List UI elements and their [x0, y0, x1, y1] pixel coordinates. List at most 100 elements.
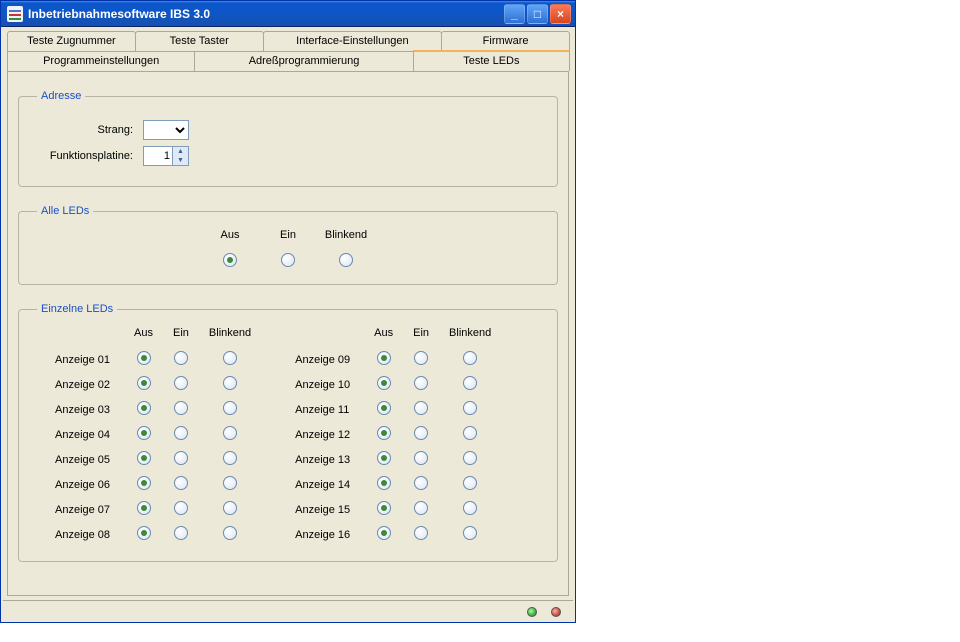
anzeige-label: Anzeige 01	[45, 347, 124, 372]
tab-programmeinstellungen[interactable]: Programmeinstellungen	[7, 51, 195, 71]
einzelne-header-ein: Ein	[163, 327, 199, 347]
radio-anzeige-01-blinkend[interactable]	[223, 351, 237, 365]
all-leds-radio-aus[interactable]	[223, 253, 237, 267]
radio-anzeige-04-aus[interactable]	[137, 426, 151, 440]
status-led-red-icon	[551, 607, 561, 617]
table-row: Anzeige 09	[285, 347, 501, 372]
radio-anzeige-02-ein[interactable]	[174, 376, 188, 390]
table-row: Anzeige 03	[45, 397, 261, 422]
radio-anzeige-11-aus[interactable]	[377, 401, 391, 415]
maximize-button[interactable]: □	[527, 4, 548, 24]
radio-anzeige-06-ein[interactable]	[174, 476, 188, 490]
radio-anzeige-16-aus[interactable]	[377, 526, 391, 540]
radio-anzeige-02-blinkend[interactable]	[223, 376, 237, 390]
radio-anzeige-05-aus[interactable]	[137, 451, 151, 465]
anzeige-label: Anzeige 03	[45, 397, 124, 422]
anzeige-label: Anzeige 16	[285, 522, 364, 547]
radio-anzeige-11-blinkend[interactable]	[463, 401, 477, 415]
table-row: Anzeige 14	[285, 472, 501, 497]
radio-anzeige-05-blinkend[interactable]	[223, 451, 237, 465]
radio-anzeige-08-ein[interactable]	[174, 526, 188, 540]
anzeige-label: Anzeige 11	[285, 397, 364, 422]
radio-anzeige-08-aus[interactable]	[137, 526, 151, 540]
radio-anzeige-12-blinkend[interactable]	[463, 426, 477, 440]
all-leds-radio-ein[interactable]	[281, 253, 295, 267]
radio-anzeige-06-blinkend[interactable]	[223, 476, 237, 490]
anzeige-label: Anzeige 07	[45, 497, 124, 522]
radio-anzeige-10-blinkend[interactable]	[463, 376, 477, 390]
radio-anzeige-09-aus[interactable]	[377, 351, 391, 365]
table-row: Anzeige 15	[285, 497, 501, 522]
radio-anzeige-15-ein[interactable]	[414, 501, 428, 515]
radio-anzeige-10-aus[interactable]	[377, 376, 391, 390]
radio-anzeige-01-ein[interactable]	[174, 351, 188, 365]
table-row: Anzeige 06	[45, 472, 261, 497]
radio-anzeige-09-blinkend[interactable]	[463, 351, 477, 365]
tab-teste-zugnummer[interactable]: Teste Zugnummer	[7, 31, 136, 51]
radio-anzeige-07-aus[interactable]	[137, 501, 151, 515]
minimize-button[interactable]: _	[504, 4, 525, 24]
radio-anzeige-09-ein[interactable]	[414, 351, 428, 365]
tab-panel-teste-leds: Adresse Strang: Funktionsplatine: ▲ ▼	[7, 71, 569, 596]
radio-anzeige-10-ein[interactable]	[414, 376, 428, 390]
status-led-green-icon	[527, 607, 537, 617]
all-leds-radio-blinkend[interactable]	[339, 253, 353, 267]
radio-anzeige-13-blinkend[interactable]	[463, 451, 477, 465]
radio-anzeige-04-ein[interactable]	[174, 426, 188, 440]
radio-anzeige-03-blinkend[interactable]	[223, 401, 237, 415]
radio-anzeige-04-blinkend[interactable]	[223, 426, 237, 440]
funktionsplatine-spinner[interactable]: ▲ ▼	[143, 146, 189, 166]
radio-anzeige-03-ein[interactable]	[174, 401, 188, 415]
anzeige-label: Anzeige 06	[45, 472, 124, 497]
spinner-down-icon[interactable]: ▼	[172, 156, 188, 165]
radio-anzeige-12-aus[interactable]	[377, 426, 391, 440]
tab-teste-taster[interactable]: Teste Taster	[135, 31, 264, 51]
tab-interface-einstellungen[interactable]: Interface-Einstellungen	[263, 31, 443, 51]
anzeige-label: Anzeige 13	[285, 447, 364, 472]
strang-select[interactable]	[143, 120, 189, 140]
all-leds-radios: AusEinBlinkend	[33, 229, 543, 270]
group-adresse-legend: Adresse	[37, 90, 85, 102]
tab-adressprogrammierung[interactable]: Adreßprogrammierung	[194, 51, 413, 71]
radio-anzeige-11-ein[interactable]	[414, 401, 428, 415]
app-window: Inbetriebnahmesoftware IBS 3.0 _ □ × Tes…	[0, 0, 576, 623]
table-row: Anzeige 11	[285, 397, 501, 422]
radio-anzeige-05-ein[interactable]	[174, 451, 188, 465]
tab-teste-leds[interactable]: Teste LEDs	[413, 50, 570, 71]
anzeige-label: Anzeige 04	[45, 422, 124, 447]
radio-anzeige-16-ein[interactable]	[414, 526, 428, 540]
spinner-up-icon[interactable]: ▲	[172, 147, 188, 156]
radio-anzeige-08-blinkend[interactable]	[223, 526, 237, 540]
radio-anzeige-07-ein[interactable]	[174, 501, 188, 515]
radio-anzeige-12-ein[interactable]	[414, 426, 428, 440]
radio-anzeige-14-aus[interactable]	[377, 476, 391, 490]
radio-anzeige-06-aus[interactable]	[137, 476, 151, 490]
anzeige-label: Anzeige 10	[285, 372, 364, 397]
close-button[interactable]: ×	[550, 4, 571, 24]
group-einzelne-legend: Einzelne LEDs	[37, 303, 117, 315]
anzeige-label: Anzeige 15	[285, 497, 364, 522]
radio-anzeige-15-aus[interactable]	[377, 501, 391, 515]
table-row: Anzeige 01	[45, 347, 261, 372]
radio-anzeige-03-aus[interactable]	[137, 401, 151, 415]
table-row: Anzeige 04	[45, 422, 261, 447]
funktionsplatine-value[interactable]	[144, 149, 172, 163]
radio-anzeige-13-aus[interactable]	[377, 451, 391, 465]
radio-anzeige-02-aus[interactable]	[137, 376, 151, 390]
radio-anzeige-07-blinkend[interactable]	[223, 501, 237, 515]
table-row: Anzeige 10	[285, 372, 501, 397]
java-icon	[7, 6, 23, 22]
radio-anzeige-14-ein[interactable]	[414, 476, 428, 490]
radio-anzeige-15-blinkend[interactable]	[463, 501, 477, 515]
group-alle-legend: Alle LEDs	[37, 205, 93, 217]
radio-anzeige-01-aus[interactable]	[137, 351, 151, 365]
titlebar[interactable]: Inbetriebnahmesoftware IBS 3.0 _ □ ×	[1, 1, 575, 27]
radio-anzeige-16-blinkend[interactable]	[463, 526, 477, 540]
radio-anzeige-13-ein[interactable]	[414, 451, 428, 465]
table-row: Anzeige 12	[285, 422, 501, 447]
einzelne-leds-grid: AusEinBlinkendAnzeige 01Anzeige 02Anzeig…	[33, 327, 543, 547]
table-row: Anzeige 07	[45, 497, 261, 522]
statusbar	[3, 600, 573, 622]
tab-firmware[interactable]: Firmware	[441, 31, 570, 51]
radio-anzeige-14-blinkend[interactable]	[463, 476, 477, 490]
